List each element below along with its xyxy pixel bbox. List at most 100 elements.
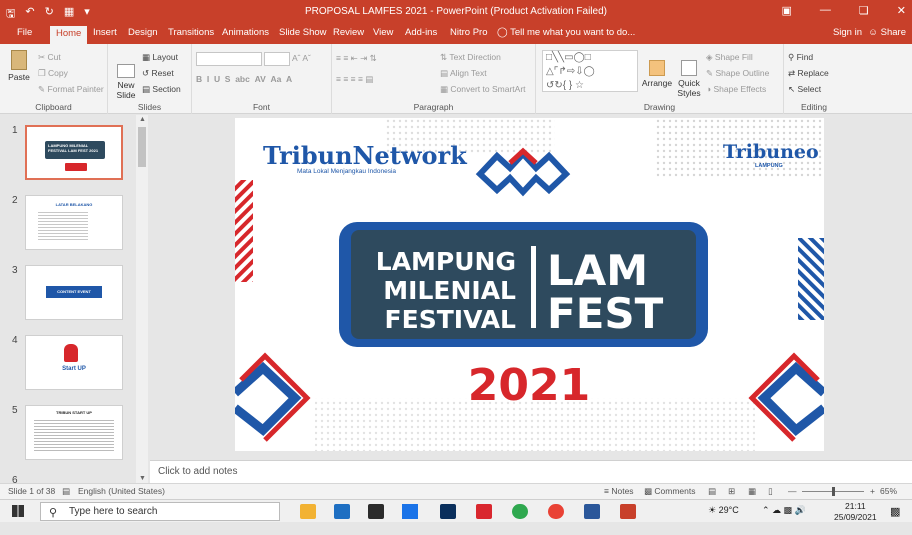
tab-add-ins[interactable]: Add-ins [405,27,437,38]
quick-styles-label: Quick Styles [677,78,701,98]
normal-view-icon[interactable]: ▤ [708,486,716,497]
shape-fill-button[interactable]: ◈ Shape Fill [706,52,753,63]
thumbnail-preview: LAMPUNG MILENIAL FESTIVAL LAM FEST 2021 [25,125,123,180]
slide-1[interactable]: LAMPUNG MILENIAL FESTIVAL LAM FEST 2021 … [235,118,824,451]
dropbox-icon[interactable] [402,504,418,519]
convert-smartart-button[interactable]: ▦ Convert to SmartArt [440,84,526,95]
sign-in-link[interactable]: Sign in [833,27,862,38]
thumbnail-slide-2[interactable]: 2 LATAR BELAKANG [0,195,136,255]
tab-slide-show[interactable]: Slide Show [279,27,327,38]
zoom-level[interactable]: 65% [880,486,897,496]
amazon-icon[interactable] [368,504,384,519]
layout-button[interactable]: ▦ Layout [142,52,178,63]
grow-font-icon[interactable]: Aˆ Aˇ [292,53,311,63]
reset-label: Reset [151,68,174,78]
powerpoint-icon[interactable] [620,504,636,519]
cursor-icon: ↖ [788,84,796,94]
bullets-icon[interactable]: ≡ ≡ ⇤ ⇥ ⇅ [336,53,377,64]
replace-button[interactable]: ⇄ Replace [788,68,829,79]
notification-icon[interactable]: ▩ [890,505,900,518]
font-format-buttons[interactable]: B I U S abc AV Aa A [196,74,292,84]
cut-label: Cut [47,52,61,62]
chrome-icon[interactable] [548,504,564,519]
alignment-icon[interactable]: ≡ ≡ ≡ ≡ ▤ [336,74,373,85]
zoom-out-icon[interactable]: — [788,486,797,496]
thumbnail-text: LATAR BELAKANG [55,202,93,207]
slide-sorter-icon[interactable]: ⊞ [728,486,735,497]
scrollbar-thumb[interactable] [138,127,146,167]
text-direction-icon: ⇅ [440,52,448,62]
new-slide-button[interactable]: New Slide [112,64,140,100]
photoshop-icon[interactable] [440,504,456,519]
pocket-icon[interactable] [476,504,492,519]
copy-label: Copy [48,68,68,78]
thumbnail-preview: CONTENT EVENT [25,265,123,320]
thumbnail-slide-4[interactable]: 4 Start UP [0,335,136,395]
tab-insert[interactable]: Insert [93,27,117,38]
tab-animations[interactable]: Animations [222,27,269,38]
tray-icons[interactable]: ⌃ ☁ ▩ 🔊 [762,505,806,516]
font-size-box[interactable] [264,52,290,66]
tribun-lampung-sub: LAMPUNG [755,163,783,169]
notes-pane[interactable]: Click to add notes [150,460,912,483]
comments-toggle[interactable]: ▩ Comments [644,486,696,497]
text-direction-button[interactable]: ⇅ Text Direction [440,52,501,63]
arrange-button[interactable]: Arrange [640,60,674,88]
word-icon[interactable] [584,504,600,519]
taskbar-search-box[interactable]: ⚲ Type here to search [40,502,280,521]
scroll-down-icon[interactable]: ▼ [139,475,146,482]
format-painter-button[interactable]: ✎ Format Painter [38,84,104,95]
reset-button[interactable]: ↺ Reset [142,68,174,79]
spellcheck-icon[interactable]: ▤ [62,486,70,497]
file-explorer-icon[interactable] [300,504,316,519]
zoom-slider-thumb[interactable] [832,487,835,496]
windows-start-icon[interactable] [12,505,24,517]
tab-view[interactable]: View [373,27,393,38]
maximize-button[interactable]: ❏ [859,4,869,17]
paste-button[interactable]: Paste [6,50,32,82]
slideshow-view-icon[interactable]: ▯ [768,486,773,497]
thumbnail-scrollbar[interactable]: ▲ ▼ [136,115,148,483]
minimize-button[interactable]: — [820,4,831,17]
clock-time[interactable]: 21:11 [845,501,866,511]
copy-button[interactable]: ❐ Copy [38,68,68,79]
tab-transitions[interactable]: Transitions [168,27,214,38]
font-name-box[interactable] [196,52,262,66]
tab-nitro-pro[interactable]: Nitro Pro [450,27,487,38]
browser-icon[interactable] [512,504,528,519]
mail-icon[interactable] [334,504,350,519]
quick-styles-button[interactable]: Quick Styles [674,60,704,98]
weather-widget[interactable]: ☀ 29°C [708,505,739,516]
tab-review[interactable]: Review [333,27,364,38]
thumbnail-preview: LATAR BELAKANG [25,195,123,250]
share-button[interactable]: ☺ Share [868,27,906,38]
notes-toggle[interactable]: ≡ Notes [604,486,634,496]
tribun-network-logo: TribunNetwork [263,141,468,170]
thumbnail-slide-5[interactable]: 5 TRIBUN START UP [0,405,136,465]
thumbnail-slide-3[interactable]: 3 CONTENT EVENT [0,265,136,325]
format-painter-label: Format Painter [47,84,104,94]
tab-design[interactable]: Design [128,27,158,38]
select-button[interactable]: ↖ Select [788,84,821,95]
tab-home[interactable]: Home [50,26,88,44]
close-button[interactable]: ✕ [897,4,906,17]
ribbon-display-icon[interactable]: ▣ [782,4,792,17]
find-button[interactable]: ⚲ Find [788,52,813,63]
align-text-button[interactable]: ▤ Align Text [440,68,487,79]
thumbnail-slide-1[interactable]: 1 LAMPUNG MILENIAL FESTIVAL LAM FEST 202… [0,125,136,185]
zoom-in-icon[interactable]: + [870,486,875,496]
tribun-lampung-logo: Tribuneo [723,141,819,163]
slides-group-label: Slides [137,102,162,112]
clock-date[interactable]: 25/09/2021 [834,512,877,522]
tell-me-box[interactable]: ◯ Tell me what you want to do... [497,27,635,38]
shape-effects-button[interactable]: ◑ Shape Effects [706,84,766,94]
reading-view-icon[interactable]: ▦ [748,486,756,497]
section-button[interactable]: ▤ Section [142,84,181,95]
ornament-top-center [475,147,571,197]
shapes-gallery[interactable]: □╲╲▭◯□ △⌜↱⇨⇩◯ ↺↻{ } ☆ [542,50,638,92]
shape-outline-button[interactable]: ✎ Shape Outline [706,68,769,79]
cut-button[interactable]: ✂ Cut [38,52,61,63]
tab-file[interactable]: File [17,27,32,38]
language-indicator[interactable]: English (United States) [78,486,165,496]
scroll-up-icon[interactable]: ▲ [139,116,146,123]
